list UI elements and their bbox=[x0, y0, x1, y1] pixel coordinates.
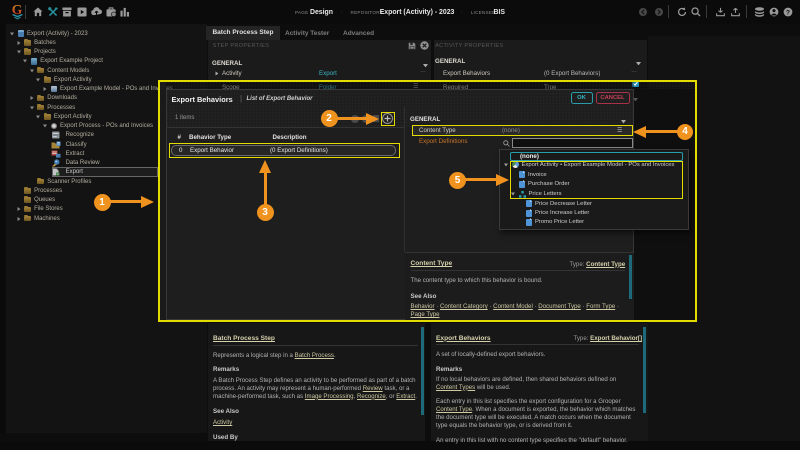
svg-text:?: ? bbox=[786, 10, 790, 17]
